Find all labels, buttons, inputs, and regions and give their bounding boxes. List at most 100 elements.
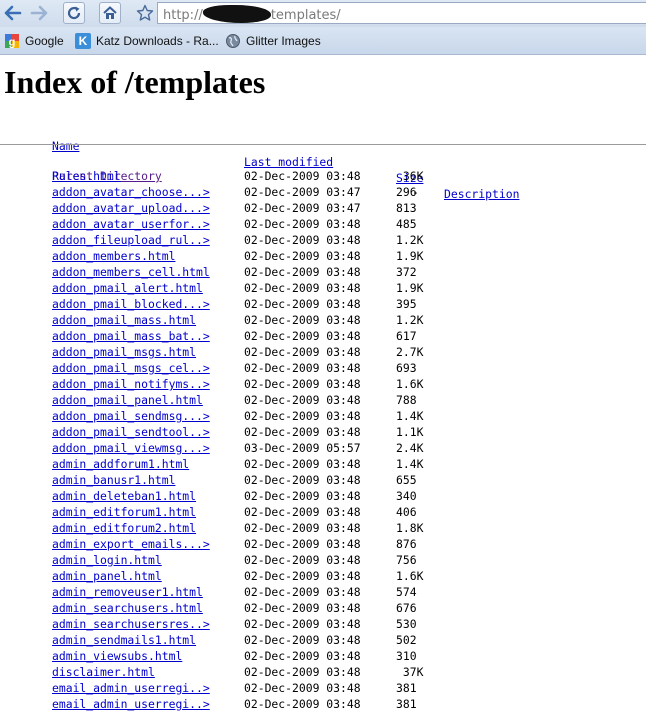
file-link[interactable]: addon_pmail_sendtool..>: [52, 424, 210, 440]
file-link[interactable]: Rules.html: [52, 168, 121, 184]
file-date: 02-Dec-2009 03:48: [244, 233, 361, 247]
file-size: 1.4K: [396, 409, 424, 423]
file-row: addon_pmail_alert.html 02-Dec-2009 03:48 1…: [4, 280, 423, 296]
file-date: 02-Dec-2009 03:48: [244, 521, 361, 535]
file-link[interactable]: admin_deleteban1.html: [52, 488, 196, 504]
file-row: addon_members.html 02-Dec-2009 03:48 1.9K: [4, 248, 423, 264]
katz-icon: K: [75, 33, 91, 49]
file-date: 02-Dec-2009 03:47: [244, 185, 361, 199]
file-date: 02-Dec-2009 03:48: [244, 617, 361, 631]
file-link[interactable]: email_admin_userregi..>: [52, 680, 210, 696]
file-row: addon_pmail_notifyms..> 02-Dec-2009 03:48…: [4, 376, 423, 392]
file-link[interactable]: addon_avatar_upload...>: [52, 200, 210, 216]
file-link[interactable]: admin_login.html: [52, 552, 162, 568]
file-link[interactable]: addon_members.html: [52, 248, 175, 264]
file-date: 02-Dec-2009 03:48: [244, 217, 361, 231]
file-size: 1.1K: [396, 425, 424, 439]
file-row: addon_avatar_choose...> 02-Dec-2009 03:47…: [4, 184, 417, 200]
svg-text:g: g: [9, 37, 16, 49]
bookmarks-bar: g Google K Katz Downloads - Ra... Glitte…: [0, 27, 646, 55]
file-link[interactable]: addon_fileupload_rul..>: [52, 232, 210, 248]
file-link[interactable]: admin_searchusers.html: [52, 600, 203, 616]
file-size: 485: [396, 217, 417, 231]
forward-button[interactable]: [28, 2, 50, 24]
file-size: 2.4K: [396, 441, 424, 455]
file-size: 876: [396, 537, 417, 551]
file-date: 02-Dec-2009 03:48: [244, 537, 361, 551]
file-size: 395: [396, 297, 417, 311]
file-link[interactable]: admin_viewsubs.html: [52, 648, 182, 664]
file-size: 655: [396, 473, 417, 487]
file-row: addon_members_cell.html 02-Dec-2009 03:48…: [4, 264, 417, 280]
file-link[interactable]: admin_panel.html: [52, 568, 162, 584]
file-date: 02-Dec-2009 03:48: [244, 393, 361, 407]
file-date: 02-Dec-2009 03:48: [244, 585, 361, 599]
file-link[interactable]: addon_pmail_sendmsg...>: [52, 408, 210, 424]
bookmark-katz-downloads[interactable]: K Katz Downloads - Ra...: [75, 33, 219, 49]
file-link[interactable]: addon_members_cell.html: [52, 264, 210, 280]
bookmark-google[interactable]: g Google: [4, 33, 64, 49]
file-link[interactable]: addon_pmail_msgs_cel..>: [52, 360, 210, 376]
file-date: 02-Dec-2009 03:48: [244, 313, 361, 327]
bookmark-star-button[interactable]: [134, 2, 156, 24]
file-link[interactable]: addon_pmail_alert.html: [52, 280, 203, 296]
reload-button[interactable]: [63, 2, 85, 24]
file-row: admin_banusr1.html 02-Dec-2009 03:48 655: [4, 472, 417, 488]
file-link[interactable]: addon_pmail_notifyms..>: [52, 376, 210, 392]
file-link[interactable]: admin_editforum2.html: [52, 520, 196, 536]
file-row: Rules.html 02-Dec-2009 03:48 36K: [4, 168, 423, 184]
file-link[interactable]: email_admin_userregi..>: [52, 696, 210, 712]
file-date: 02-Dec-2009 03:48: [244, 665, 361, 679]
forward-arrow-icon: [30, 5, 48, 21]
file-size: 676: [396, 601, 417, 615]
file-link[interactable]: admin_export_emails...>: [52, 536, 210, 552]
file-size: 617: [396, 329, 417, 343]
file-size: 756: [396, 553, 417, 567]
home-button[interactable]: [99, 2, 121, 24]
sort-by-name-link[interactable]: Name: [52, 138, 79, 154]
file-row: admin_editforum2.html 02-Dec-2009 03:48 1.…: [4, 520, 423, 536]
file-link[interactable]: admin_searchusersres..>: [52, 616, 210, 632]
file-row: admin_deleteban1.html 02-Dec-2009 03:48 34…: [4, 488, 417, 504]
file-link[interactable]: admin_editforum1.html: [52, 504, 196, 520]
file-link[interactable]: addon_pmail_msgs.html: [52, 344, 196, 360]
file-size: 1.4K: [396, 457, 424, 471]
listing-header: Name Last modified Size Description: [4, 122, 519, 201]
sort-by-description-link[interactable]: Description: [444, 186, 519, 202]
file-row: addon_pmail_blocked...> 02-Dec-2009 03:48…: [4, 296, 417, 312]
file-date: 02-Dec-2009 03:48: [244, 601, 361, 615]
file-link[interactable]: admin_banusr1.html: [52, 472, 175, 488]
file-link[interactable]: disclaimer.html: [52, 664, 155, 680]
file-link[interactable]: addon_pmail_panel.html: [52, 392, 203, 408]
file-row: addon_pmail_viewmsg...> 03-Dec-2009 05:57…: [4, 440, 423, 456]
file-link[interactable]: admin_removeuser1.html: [52, 584, 203, 600]
file-size: 381: [396, 681, 417, 695]
file-link[interactable]: addon_pmail_viewmsg...>: [52, 440, 210, 456]
file-date: 02-Dec-2009 03:48: [244, 457, 361, 471]
file-link[interactable]: addon_pmail_mass.html: [52, 312, 196, 328]
back-button[interactable]: [2, 2, 24, 24]
file-link[interactable]: addon_avatar_userfor..>: [52, 216, 210, 232]
file-link[interactable]: admin_addforum1.html: [52, 456, 189, 472]
address-bar[interactable]: http://templates/: [157, 2, 646, 24]
file-date: 02-Dec-2009 03:48: [244, 329, 361, 343]
browser-toolbar: http://templates/: [0, 0, 646, 27]
file-date: 02-Dec-2009 03:48: [244, 345, 361, 359]
file-row: admin_sendmails1.html 02-Dec-2009 03:48 50…: [4, 632, 417, 648]
file-date: 02-Dec-2009 03:48: [244, 697, 361, 711]
file-link[interactable]: addon_pmail_blocked...>: [52, 296, 210, 312]
file-link[interactable]: addon_avatar_choose...>: [52, 184, 210, 200]
file-row: admin_panel.html 02-Dec-2009 03:48 1.6K: [4, 568, 423, 584]
file-date: 02-Dec-2009 03:48: [244, 297, 361, 311]
file-row: admin_export_emails...> 02-Dec-2009 03:48…: [4, 536, 417, 552]
reload-icon: [67, 6, 81, 20]
file-date: 03-Dec-2009 05:57: [244, 441, 361, 455]
file-link[interactable]: addon_pmail_mass_bat..>: [52, 328, 210, 344]
file-size: 340: [396, 489, 417, 503]
file-link[interactable]: admin_sendmails1.html: [52, 632, 196, 648]
file-date: 02-Dec-2009 03:48: [244, 361, 361, 375]
file-date: 02-Dec-2009 03:48: [244, 425, 361, 439]
bookmark-glitter-images[interactable]: Glitter Images: [225, 33, 321, 49]
file-date: 02-Dec-2009 03:48: [244, 649, 361, 663]
file-size: 296: [396, 185, 417, 199]
